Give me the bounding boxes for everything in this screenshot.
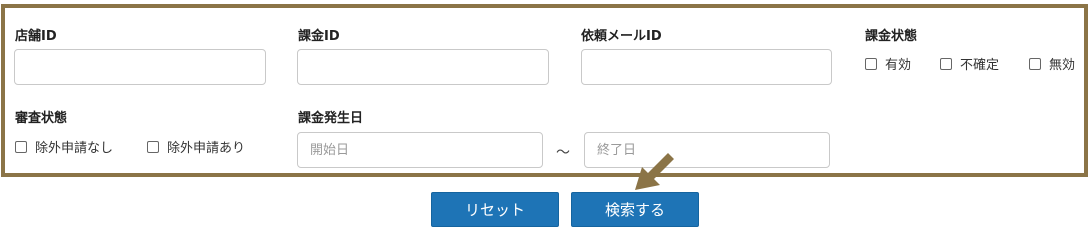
billing-id-label: 課金ID [298, 29, 340, 44]
billing-status-active-label: 有効 [885, 58, 912, 73]
review-status-label: 審査状態 [15, 111, 68, 126]
store-id-label: 店舗ID [15, 29, 57, 44]
review-status-no-exclusion-checkbox[interactable]: 除外申請なし [15, 137, 113, 156]
date-range-separator: ～ [556, 145, 570, 161]
reset-button[interactable]: リセット [431, 192, 559, 227]
billing-date-end-input[interactable] [584, 132, 830, 168]
request-mail-id-input[interactable] [581, 49, 832, 85]
billing-id-input[interactable] [297, 49, 549, 85]
checkbox-icon [865, 57, 877, 70]
billing-status-label: 課金状態 [865, 29, 918, 44]
billing-status-active-checkbox[interactable]: 有効 [865, 54, 911, 73]
review-status-no-exclusion-label: 除外申請なし [35, 141, 114, 156]
search-filter-panel: 店舗ID 課金ID 依頼メールID 課金状態 有効 不確定 無効 審査状態 除外… [1, 4, 1088, 177]
review-status-exclusion-checkbox[interactable]: 除外申請あり [147, 137, 245, 156]
review-status-exclusion-label: 除外申請あり [167, 141, 246, 156]
checkbox-icon [1029, 57, 1041, 70]
arrow-cursor-icon [635, 153, 674, 190]
search-button[interactable]: 検索する [571, 192, 699, 227]
billing-status-invalid-checkbox[interactable]: 無効 [1029, 54, 1075, 73]
checkbox-icon [15, 140, 27, 153]
request-mail-id-label: 依頼メールID [581, 29, 662, 44]
checkbox-icon [147, 140, 159, 153]
billing-status-invalid-label: 無効 [1049, 58, 1076, 73]
billing-status-undetermined-label: 不確定 [960, 58, 1000, 73]
checkbox-icon [940, 57, 952, 70]
store-id-input[interactable] [14, 49, 266, 85]
billing-status-undetermined-checkbox[interactable]: 不確定 [940, 54, 999, 73]
billing-date-label: 課金発生日 [298, 111, 364, 126]
billing-date-start-input[interactable] [297, 132, 543, 168]
